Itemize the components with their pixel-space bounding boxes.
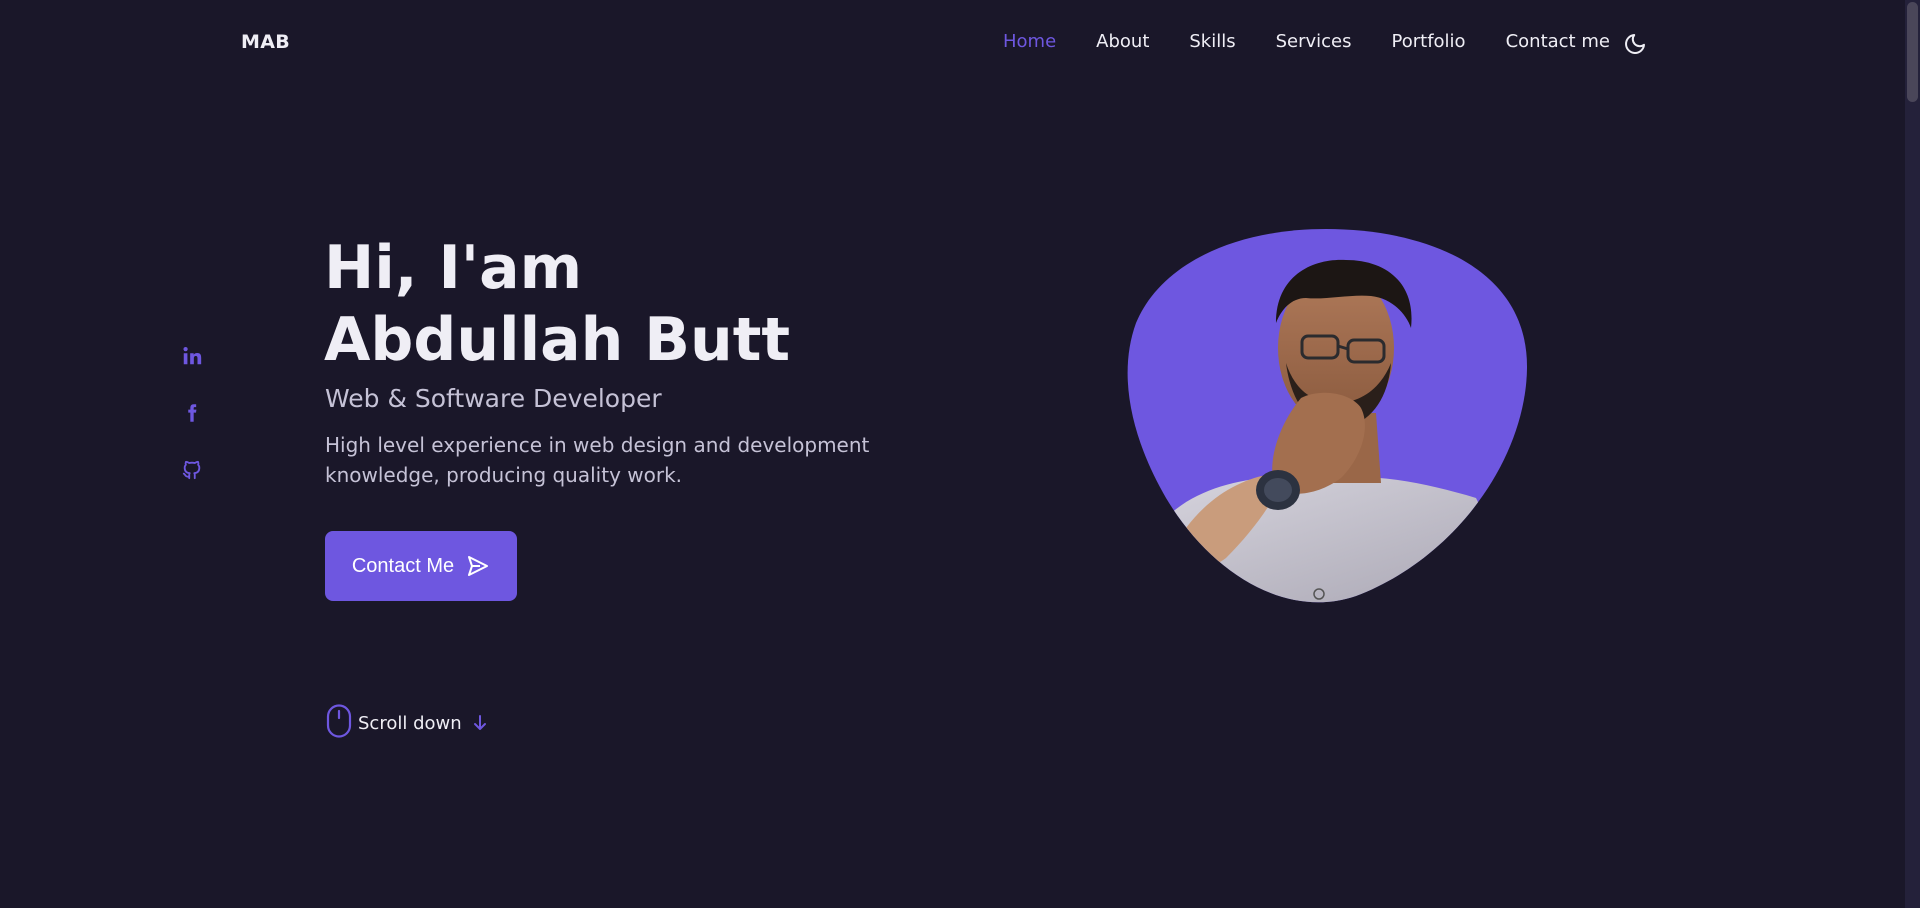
mouse-icon	[326, 704, 352, 742]
send-icon	[466, 554, 490, 578]
facebook-icon[interactable]	[180, 401, 204, 425]
hero-title: Hi, I'am Abdullah Butt	[324, 233, 791, 375]
nav-link-services[interactable]: Services	[1276, 31, 1352, 52]
arrow-down-icon	[472, 714, 488, 732]
linkedin-icon[interactable]	[180, 344, 204, 368]
scroll-down-link[interactable]: Scroll down	[326, 704, 488, 742]
site-header: MAB Home About Skills Services Portfolio…	[0, 0, 1905, 88]
social-links	[180, 344, 204, 515]
nav-link-about[interactable]: About	[1096, 31, 1149, 52]
hero-description: High level experience in web design and …	[325, 433, 870, 487]
nav-link-portfolio[interactable]: Portfolio	[1392, 31, 1466, 52]
scrollbar-track[interactable]	[1905, 0, 1920, 908]
scroll-down-label: Scroll down	[358, 712, 462, 734]
avatar	[1127, 229, 1528, 603]
hero-subtitle: Web & Software Developer	[325, 384, 662, 413]
github-icon[interactable]	[180, 458, 204, 482]
moon-icon[interactable]	[1623, 32, 1647, 56]
logo[interactable]: MAB	[241, 31, 290, 53]
scrollbar-thumb[interactable]	[1907, 2, 1918, 102]
contact-me-button[interactable]: Contact Me	[325, 531, 517, 601]
hero-avatar-blob	[1126, 228, 1528, 603]
main-nav: Home About Skills Services Portfolio Con…	[1003, 31, 1650, 52]
page: MAB Home About Skills Services Portfolio…	[0, 0, 1920, 908]
contact-me-label: Contact Me	[351, 554, 455, 577]
nav-link-skills[interactable]: Skills	[1189, 31, 1235, 52]
nav-link-contact[interactable]: Contact me	[1506, 31, 1610, 52]
nav-link-home[interactable]: Home	[1003, 31, 1056, 52]
